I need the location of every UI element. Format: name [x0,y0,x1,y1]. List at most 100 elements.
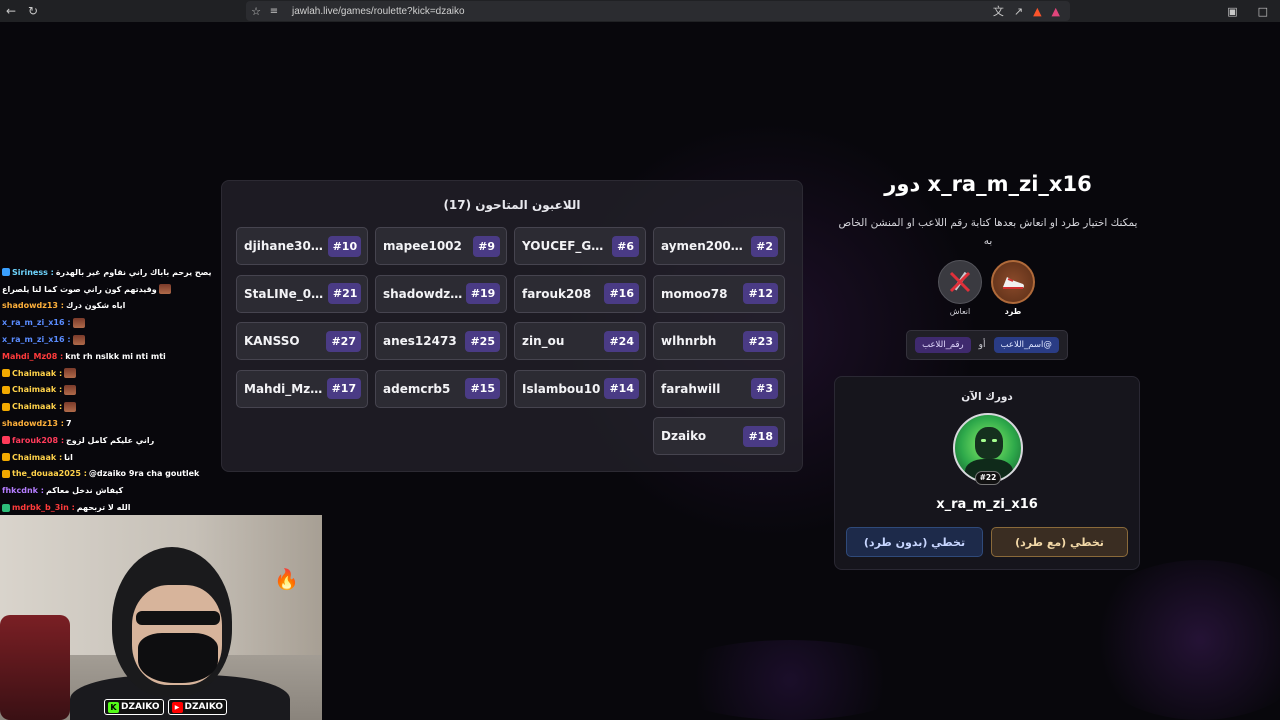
player-number-badge: #18 [743,425,778,447]
share-icon[interactable]: ↗ [1014,5,1023,18]
chat-emote-icon [158,284,171,295]
current-player-number: #22 [975,471,1001,485]
command-syntax: @اسم_اللاعب أو رقم_اللاعب [906,330,1068,360]
chat-username: fhkcdnk : [2,486,44,496]
chat-message: Chaimaak : انا [2,449,222,466]
chat-username: Siriness : [12,267,54,277]
player-name: Mahdi_Mz08 [244,381,327,396]
player-card[interactable]: momoo78 #12 [653,274,785,313]
chat-emote-icon [64,401,77,412]
brave-rewards-icon[interactable]: ▲ [1052,5,1060,18]
player-name: farahwill [661,381,721,396]
revive-action[interactable]: انعاش [938,260,982,316]
bookmark-icon[interactable]: ☆ [246,5,266,18]
player-card[interactable]: Islambou10 #14 [514,369,646,408]
player-card[interactable]: anes12473 #25 [375,322,507,360]
player-name: wlhnrbh [661,334,717,348]
player-number-badge: #23 [743,330,778,352]
player-card[interactable]: YOUCEF_GRA #6 [514,227,646,265]
player-card[interactable]: Dzaiko #18 [653,417,785,455]
turn-instructions: يمكنك اختيار طرد او انعاش بعدها كتابة رق… [838,217,1138,247]
stream-chat-overlay: Siriness : يصح يرحم باباك راني نقاوم غير … [2,264,222,516]
player-name: aymen20082... [661,239,747,253]
skip-with-kick-button[interactable]: تخطي (مع طرد) [991,527,1128,557]
wallet-icon[interactable]: □ [1258,5,1268,18]
chat-username: x_ra_m_zi_x16 : [2,318,71,328]
background-glow [1080,560,1280,720]
url-text[interactable]: jawlah.live/games/roulette?kick=dzaiko [292,6,465,17]
chat-username: shadowdz13 : [2,419,64,429]
chat-emote-icon [64,368,77,379]
current-player-name: x_ra_m_zi_x16 [936,497,1038,512]
gaming-chair [0,615,70,720]
chat-username: mdrbk_b_3in : [12,503,75,513]
player-name: shadowdz13 [383,286,466,301]
player-card[interactable]: StaLINe_09... #21 [236,274,368,313]
address-bar[interactable]: ☆ ≡ jawlah.live/games/roulette?kick=dzai… [246,1,1070,21]
site-info-icon[interactable]: ≡ [266,6,282,17]
player-number-badge: #10 [327,235,361,257]
brave-shield-icon[interactable]: ▲ [1033,5,1041,18]
translate-icon[interactable]: 文 [993,3,1004,19]
player-card[interactable]: aymen20082... #2 [653,227,785,265]
player-number-badge: #16 [604,283,639,304]
player-card[interactable]: Mahdi_Mz08 #17 [236,369,368,408]
youtube-handle: ▶ DZAIKO [167,699,228,715]
player-name: momoo78 [661,286,728,301]
player-card[interactable]: wlhnrbh #23 [653,322,785,360]
fire-icon: 🔥 [274,567,299,591]
player-name: YOUCEF_GRA [522,239,608,253]
skip-without-kick-button[interactable]: تخطي (بدون طرد) [846,527,983,557]
chat-text: اياه شكون درك [65,301,126,311]
kick-action[interactable]: طرد [991,260,1035,316]
chat-emote-icon [64,384,77,395]
chat-text: 7 [65,419,72,429]
chat-text: @dzaiko 9ra cha goutlek [88,469,200,479]
chat-emote-icon [72,317,85,328]
chat-text: راني عليكم كامل لزوج [66,435,155,445]
chat-text: knt rh nslkk mi nti mti [65,351,166,361]
chat-badge-icon [2,268,10,277]
chat-message: shadowdz13 :7 [2,415,222,432]
chat-message: mdrbk_b_3in : الله لا تربحهم [2,499,222,516]
chat-badge-icon [2,402,10,411]
chat-message: farouk208 : راني عليكم كامل لزوج [2,432,222,449]
revive-icon [938,260,982,304]
chat-username: Chaimaak : [12,385,63,395]
player-name: djihane30z... [244,239,328,253]
chat-badge-icon [2,503,10,512]
player-card[interactable]: farouk208 #16 [514,274,646,313]
chat-message: Chaimaak : [2,398,222,415]
reload-icon[interactable]: ↻ [22,0,44,22]
player-card[interactable]: shadowdz13 #19 [375,274,507,313]
current-turn-label: دورك الآن [961,391,1013,403]
turn-title: دور x_ra_m_zi_x16 [884,172,1092,196]
player-card[interactable]: mapee1002 #9 [375,227,507,265]
player-card[interactable]: KANSSO #27 [236,322,368,360]
player-card[interactable]: djihane30z... #10 [236,227,368,265]
social-handles: K DZAIKO ▶ DZAIKO [104,699,228,715]
chat-username: Chaimaak : [12,368,63,378]
sidebar-icon[interactable]: ▣ [1227,5,1237,18]
current-turn-card: دورك الآن #22 x_ra_m_zi_x16 تخطي (بدون ط… [834,376,1140,570]
player-name: anes12473 [383,334,457,348]
or-text: أو [978,340,986,350]
player-card[interactable]: zin_ou #24 [514,322,646,360]
player-card[interactable]: ademcrb5 #15 [375,369,507,408]
player-number-tag: رقم_اللاعب [915,337,971,353]
chat-badge-icon [2,469,10,478]
player-number-badge: #2 [751,235,778,257]
player-grid: aymen20082... #2 YOUCEF_GRA #6 mapee1002 #9 dj… [236,227,785,455]
chat-username: the_douaa2025 : [12,469,87,479]
webcam-overlay: 🔥 K DZAIKO ▶ DZAIKO [0,515,322,720]
chat-message: Chaimaak : [2,382,222,399]
player-name: ademcrb5 [383,381,451,396]
chat-message: Mahdi_Mz08 : knt rh nslkk mi nti mti [2,348,222,365]
back-icon[interactable]: ← [0,0,22,22]
action-options: انعاش طرد [938,260,1038,320]
player-number-badge: #17 [326,378,361,399]
shoe-icon [991,260,1035,304]
player-card[interactable]: farahwill #3 [653,369,785,408]
chat-username: Mahdi_Mz08 : [2,351,64,361]
chat-message: وقيدتهم كون راني صوت كما لنا يلصراع [2,281,222,298]
